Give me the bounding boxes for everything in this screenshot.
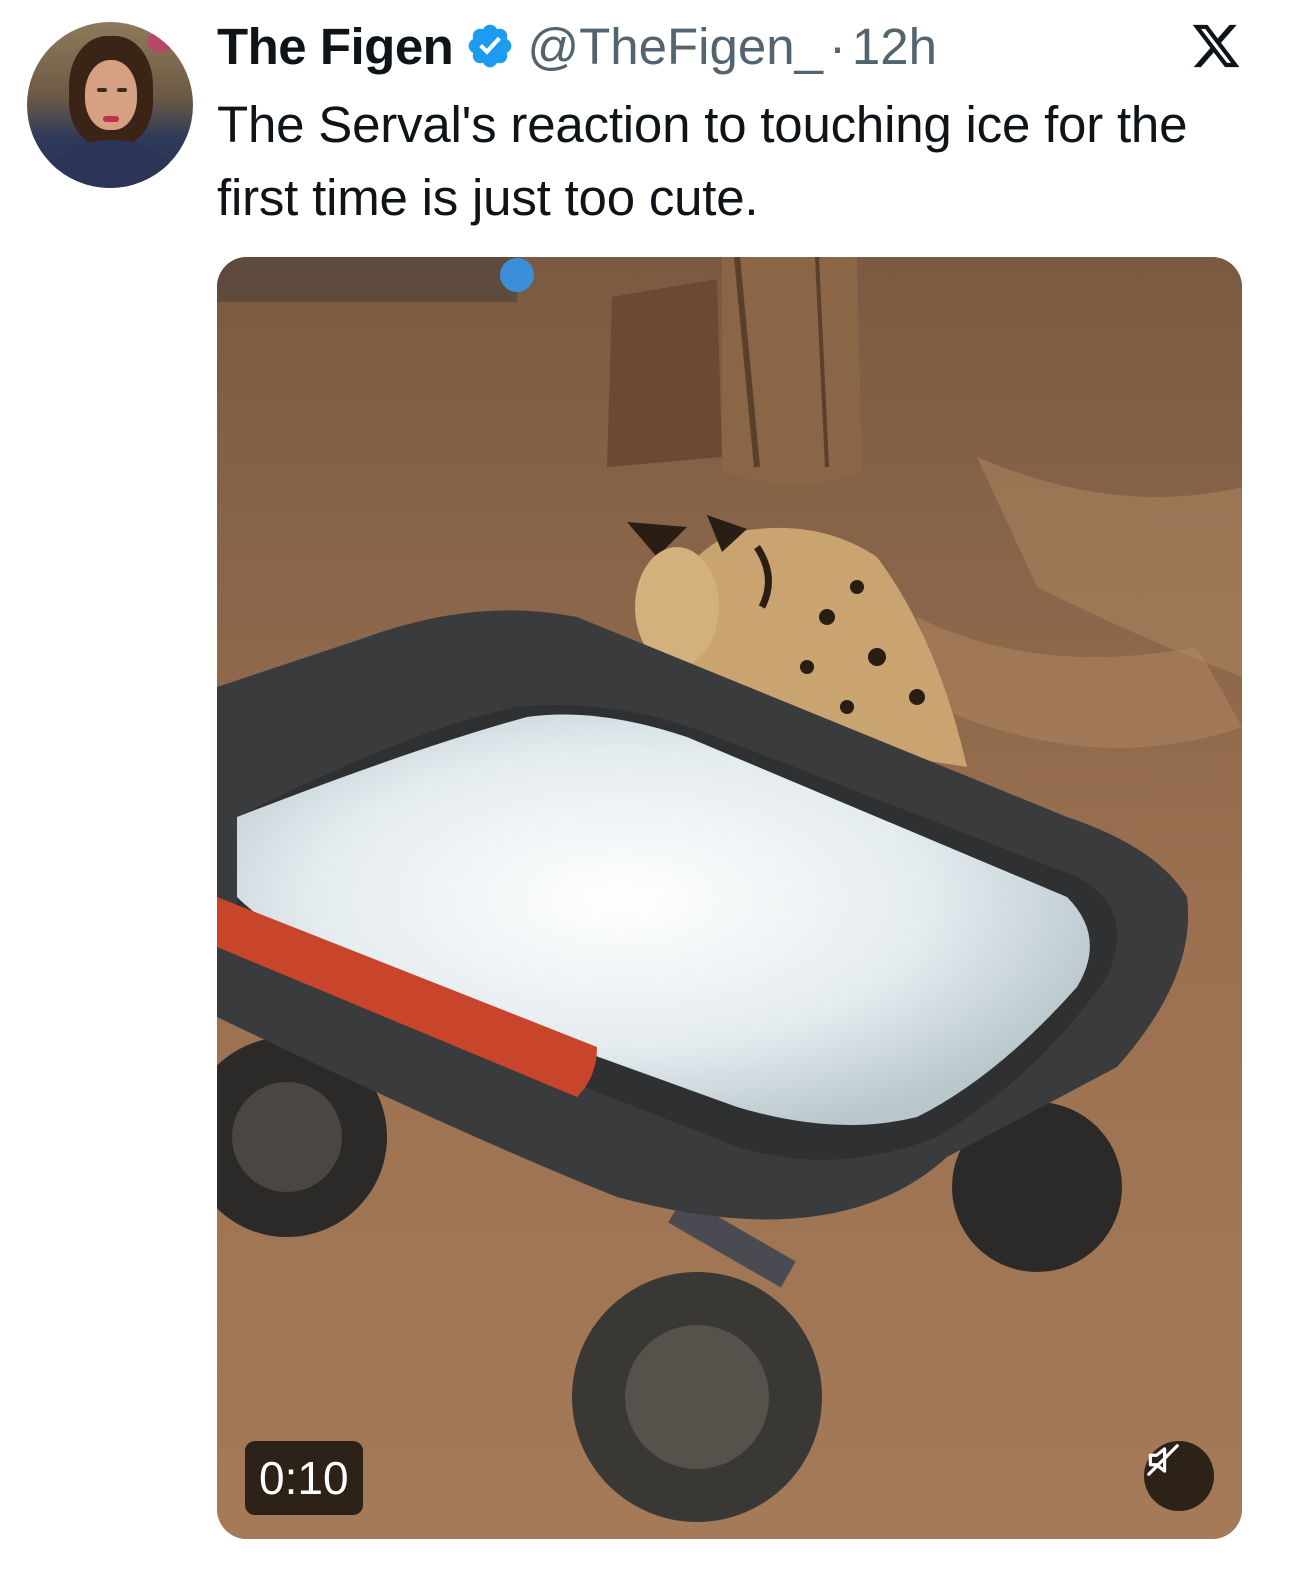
- avatar-lips: [103, 116, 119, 122]
- verified-badge-icon: [468, 24, 512, 68]
- tweet-header: The Figen @TheFigen_ · 12h: [217, 12, 937, 80]
- video-player[interactable]: 0:10: [217, 257, 1242, 1539]
- author-avatar[interactable]: [27, 22, 193, 188]
- speaker-muted-icon: [1147, 1444, 1179, 1476]
- avatar-eye-left: [97, 88, 107, 92]
- tweet-text: The Serval's reaction to touching ice fo…: [217, 96, 1188, 226]
- header-separator: ·: [828, 17, 846, 75]
- mute-toggle-button[interactable]: [1144, 1441, 1214, 1511]
- post-time[interactable]: 12h: [852, 17, 937, 76]
- avatar-flower-decoration: [147, 32, 173, 52]
- video-frame: [217, 257, 1242, 1539]
- author-name[interactable]: The Figen: [217, 17, 454, 76]
- author-handle[interactable]: @TheFigen_: [527, 17, 823, 76]
- video-duration-badge: 0:10: [245, 1441, 363, 1515]
- avatar-shirt: [49, 140, 173, 188]
- x-logo-icon[interactable]: [1190, 20, 1242, 72]
- avatar-eye-right: [117, 88, 127, 92]
